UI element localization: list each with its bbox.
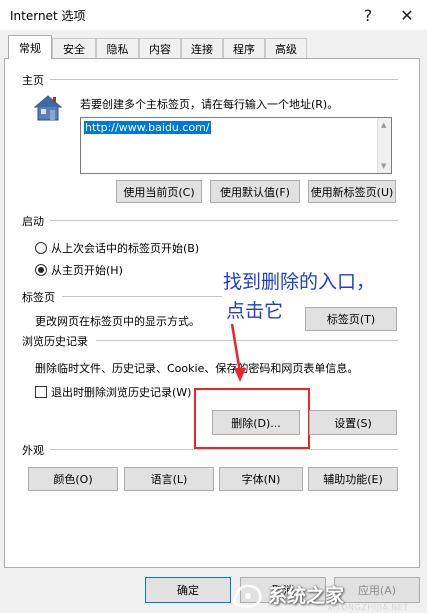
history-heading: 浏览历史记录 bbox=[22, 335, 88, 348]
startup-home-radio[interactable] bbox=[35, 264, 47, 276]
tab-security[interactable]: 安全 bbox=[52, 38, 96, 58]
tab-programs[interactable]: 程序 bbox=[223, 38, 265, 58]
tabs-description: 更改网页在标签页中的显示方式。 bbox=[35, 315, 200, 328]
watermark-url: XITONGZHIJIA.NET bbox=[327, 603, 409, 612]
tabs-button[interactable]: 标签页(T) bbox=[305, 307, 397, 331]
colors-button[interactable]: 颜色(O) bbox=[28, 467, 118, 491]
house-icon bbox=[33, 94, 63, 122]
use-current-button[interactable]: 使用当前页(C) bbox=[116, 180, 202, 203]
delete-on-exit-checkbox[interactable] bbox=[35, 386, 47, 398]
startup-last-session-radio[interactable] bbox=[35, 242, 47, 254]
ok-button[interactable]: 确定 bbox=[145, 577, 231, 603]
close-button[interactable]: ✕ bbox=[389, 0, 425, 30]
home-url-value: http://www.baidu.com/ bbox=[84, 121, 211, 134]
use-new-tab-button[interactable]: 使用新标签页(U) bbox=[308, 180, 396, 203]
delete-on-exit-label[interactable]: 退出时删除浏览历史记录(W) bbox=[51, 384, 191, 400]
history-description: 删除临时文件、历史记录、Cookie、保存的密码和网页表单信息。 bbox=[35, 362, 359, 375]
tab-privacy[interactable]: 隐私 bbox=[96, 38, 139, 58]
tab-content[interactable]: 内容 bbox=[139, 38, 181, 58]
home-separator bbox=[50, 79, 398, 80]
watermark-logo-icon bbox=[232, 584, 262, 608]
help-button[interactable]: ? bbox=[350, 0, 386, 30]
fonts-button[interactable]: 字体(N) bbox=[219, 467, 303, 491]
startup-heading: 启动 bbox=[22, 215, 44, 228]
startup-separator bbox=[50, 220, 398, 221]
startup-home-label[interactable]: 从主页开始(H) bbox=[51, 262, 123, 278]
annotation-arrow bbox=[230, 323, 246, 382]
tab-advanced[interactable]: 高级 bbox=[265, 38, 307, 58]
scroll-down-icon[interactable]: ▼ bbox=[381, 162, 386, 170]
home-heading: 主页 bbox=[22, 74, 44, 87]
tabs-heading: 标签页 bbox=[22, 291, 55, 304]
startup-last-session-label[interactable]: 从上次会话中的标签页开始(B) bbox=[51, 240, 199, 256]
tab-connections[interactable]: 连接 bbox=[181, 38, 223, 58]
accessibility-button[interactable]: 辅助功能(E) bbox=[308, 467, 398, 491]
home-url-textarea[interactable]: http://www.baidu.com/ ▲ ▼ bbox=[80, 117, 392, 174]
annotation-line2: 点击它 bbox=[226, 300, 284, 322]
use-default-button[interactable]: 使用默认值(F) bbox=[210, 180, 300, 203]
annotation-line1: 找到删除的入口， bbox=[223, 271, 376, 293]
appearance-heading: 外观 bbox=[22, 444, 44, 457]
appearance-separator bbox=[50, 449, 398, 450]
history-settings-button[interactable]: 设置(S) bbox=[309, 410, 397, 435]
window-title: Internet 选项 bbox=[10, 9, 86, 23]
apply-button[interactable]: 应用(A) bbox=[334, 577, 420, 603]
home-description: 若要创建多个主标签页，请在每行输入一个地址(R)。 bbox=[80, 98, 339, 111]
tab-general[interactable]: 常规 bbox=[8, 35, 52, 59]
scroll-up-icon[interactable]: ▲ bbox=[381, 121, 386, 129]
languages-button[interactable]: 语言(L) bbox=[124, 467, 214, 491]
tabs-separator bbox=[62, 296, 222, 297]
textarea-scrollbar[interactable]: ▲ ▼ bbox=[377, 118, 391, 173]
delete-history-button[interactable]: 删除(D)... bbox=[212, 410, 300, 435]
